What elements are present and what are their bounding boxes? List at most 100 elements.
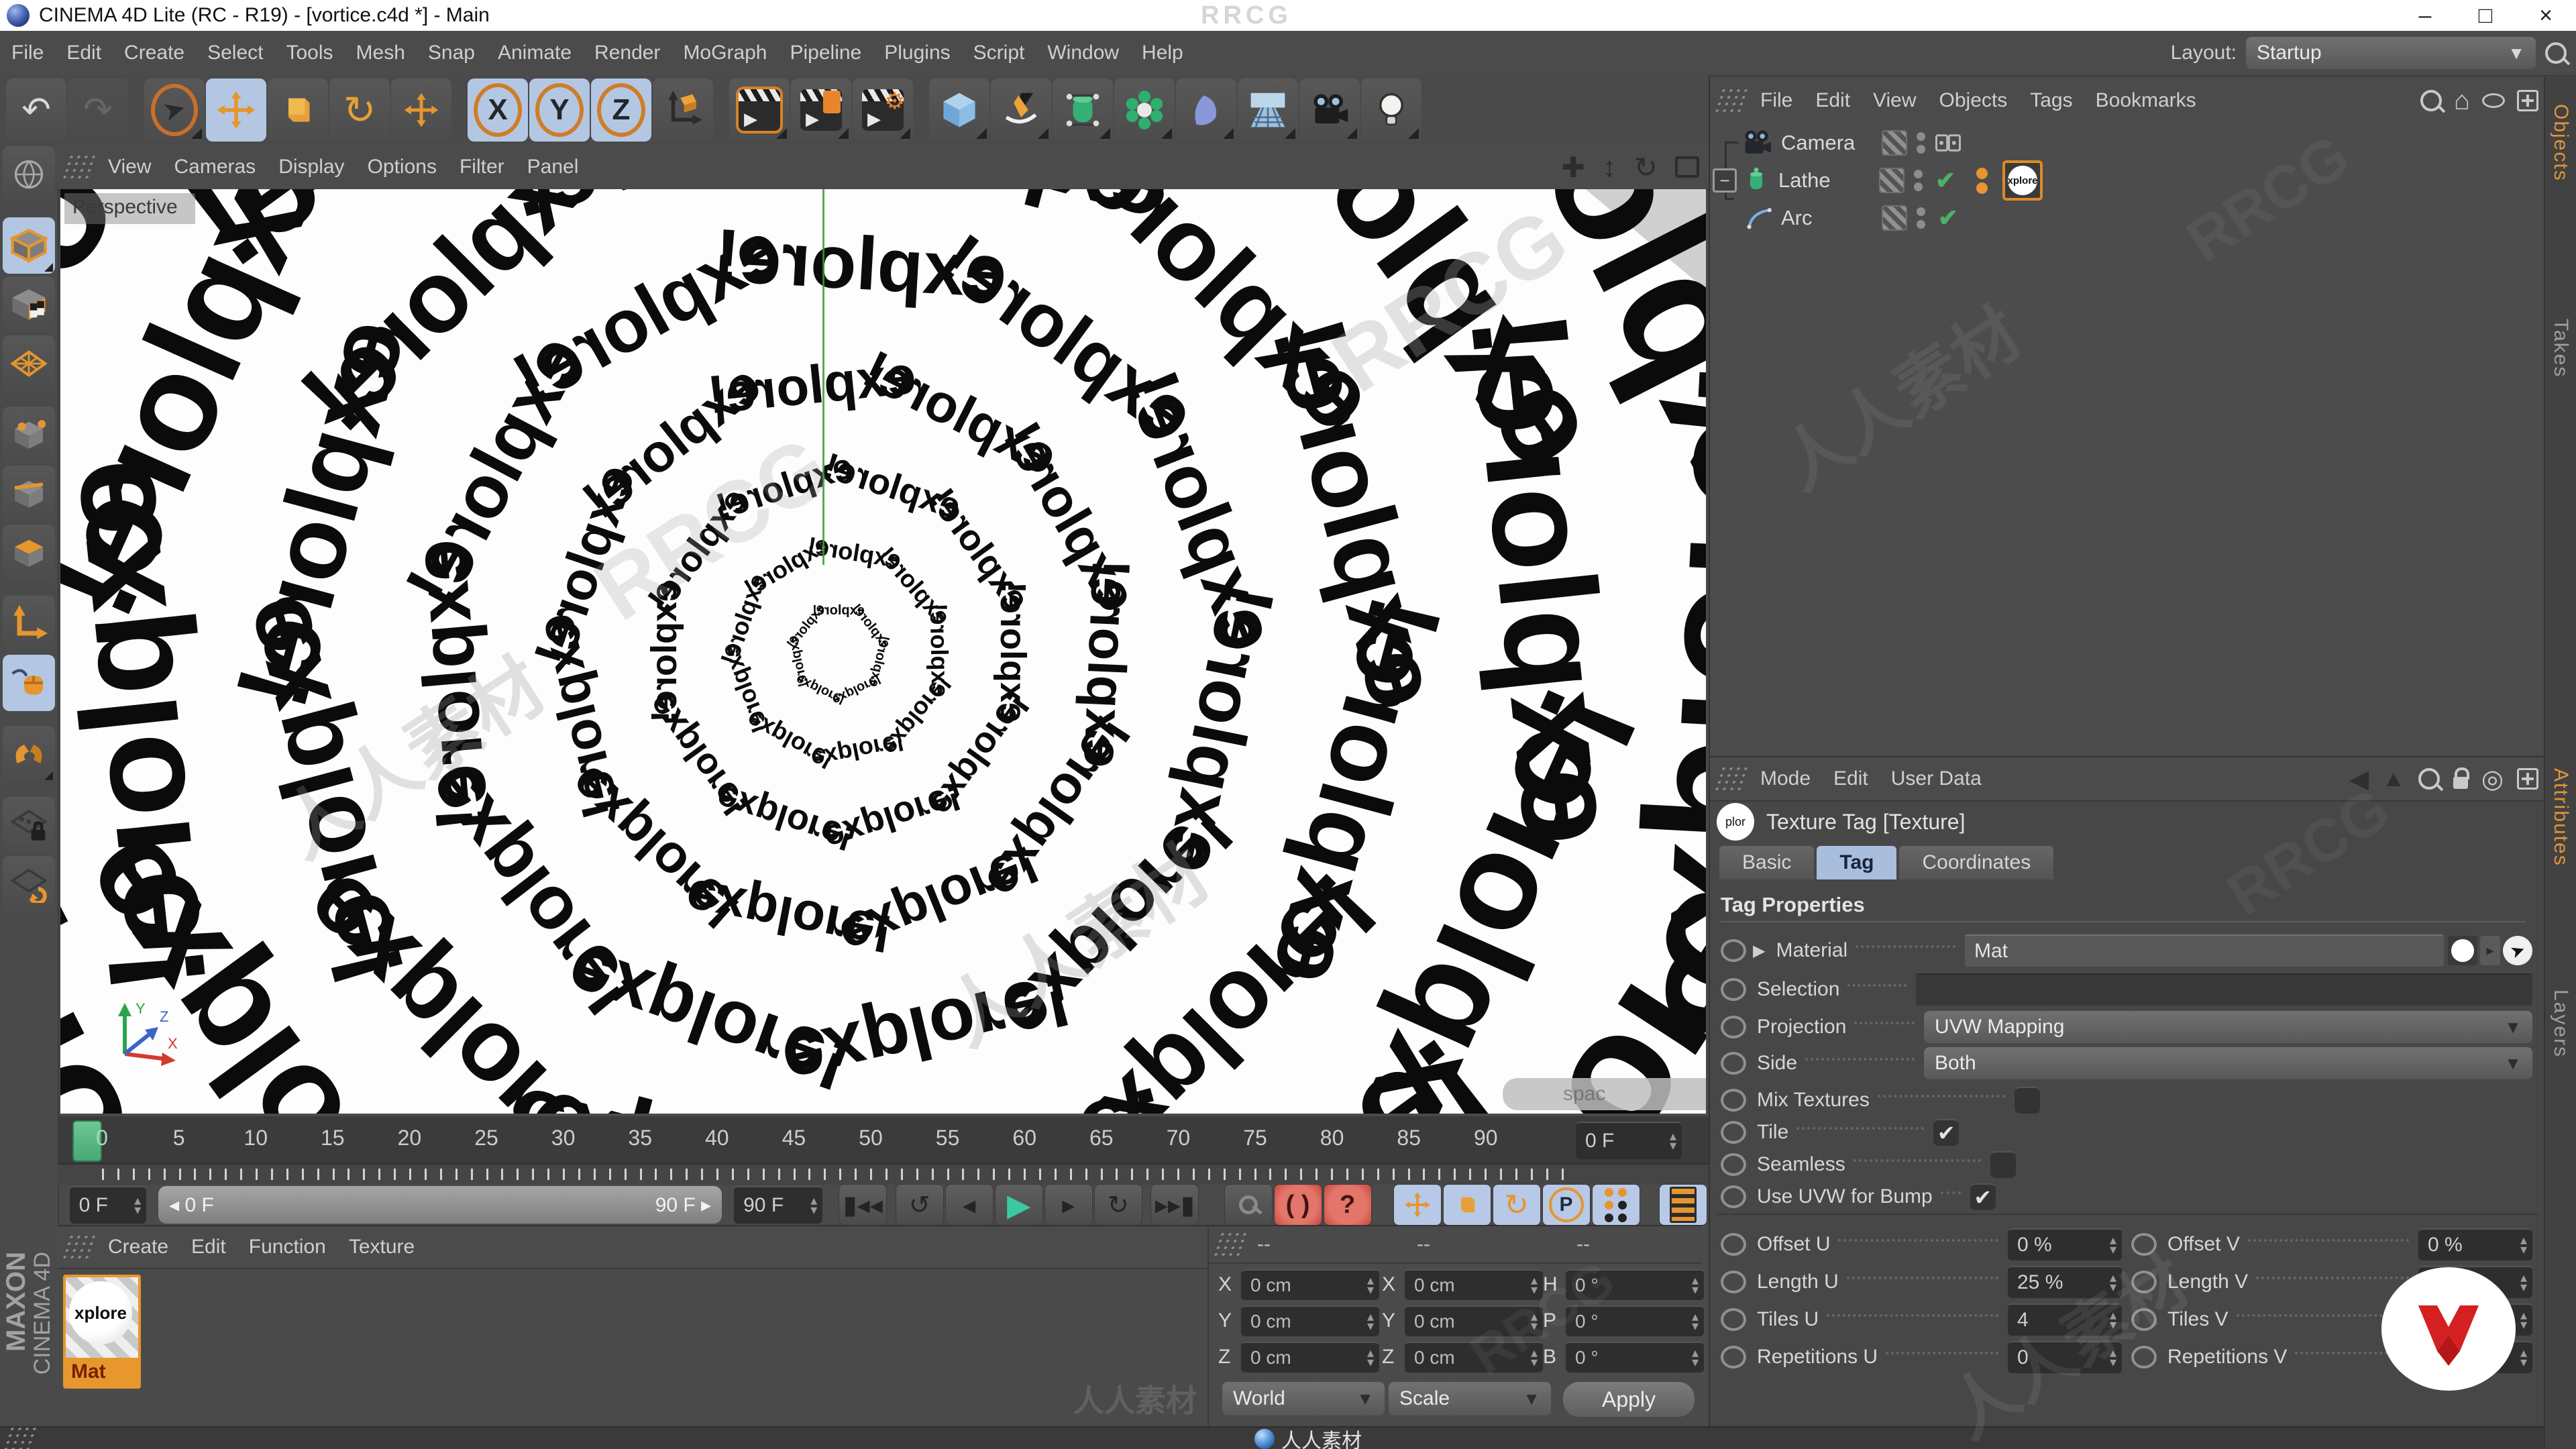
repetitions-u-spinner[interactable]: 0 ▴ ▾ <box>2008 1341 2122 1373</box>
enabled-check-icon[interactable]: ✔ <box>1935 204 1962 232</box>
menu-item-animate[interactable]: Animate <box>486 42 583 64</box>
object-row-arc[interactable]: Arc ✔ <box>1710 199 2545 237</box>
visibility-dots[interactable] <box>1914 170 1923 191</box>
keyframe-dot[interactable] <box>1721 1052 1746 1075</box>
key-position-button[interactable] <box>1393 1184 1442 1226</box>
viewport-label[interactable]: Perspective <box>64 193 195 224</box>
search-icon[interactable] <box>2418 768 2440 790</box>
layout-dropdown[interactable]: Startup ▼ <box>2246 37 2536 69</box>
keyframe-dot[interactable] <box>1721 1016 1746 1038</box>
add-cube-button[interactable] <box>929 78 989 142</box>
keyframe-dot[interactable] <box>1721 1153 1746 1176</box>
texture-tag-icon[interactable]: xplore <box>2002 160 2043 201</box>
lock-icon[interactable] <box>2453 767 2469 789</box>
rotation-field-H[interactable]: 0 ° ▴ ▾ <box>1566 1269 1704 1300</box>
scale-tool[interactable] <box>268 78 328 142</box>
panel-grip[interactable] <box>60 1234 97 1260</box>
menu-item-texture[interactable]: Texture <box>337 1236 426 1258</box>
menu-item-tools[interactable]: Tools <box>274 42 344 64</box>
menu-item-bookmarks[interactable]: Bookmarks <box>2084 89 2208 112</box>
menu-item-help[interactable]: Help <box>1130 42 1195 64</box>
object-row-camera[interactable]: Camera <box>1710 124 2545 162</box>
camera-link-icon[interactable] <box>1935 131 1962 154</box>
goto-end-button[interactable]: ▸▸▮ <box>1150 1184 1199 1226</box>
coordinate-system-button[interactable] <box>653 78 713 142</box>
menu-item-file[interactable]: File <box>1749 89 1804 112</box>
tab-coordinates[interactable]: Coordinates <box>1899 846 2054 879</box>
deformer-bend-button[interactable] <box>1176 78 1236 142</box>
keyframe-selection-button[interactable]: ? <box>1323 1184 1372 1226</box>
menu-item-render[interactable]: Render <box>583 42 672 64</box>
menu-item-script[interactable]: Script <box>962 42 1036 64</box>
expand-toggle[interactable]: − <box>1713 168 1737 193</box>
menu-item-edit[interactable]: Edit <box>1822 767 1880 790</box>
material-thumb-button[interactable] <box>2448 936 2477 965</box>
expand-arrow-icon[interactable]: ▶ <box>1753 941 1765 961</box>
autokey-button[interactable]: ( ) <box>1273 1184 1322 1226</box>
keyframe-dot[interactable] <box>1721 1271 1746 1293</box>
render-view-button[interactable] <box>729 78 790 142</box>
minimize-button[interactable]: – <box>2395 0 2455 31</box>
menu-item-plugins[interactable]: Plugins <box>873 42 961 64</box>
keyframe-dot[interactable] <box>1721 978 1746 1001</box>
material-tile[interactable]: xplore Mat <box>63 1275 141 1389</box>
camera-button[interactable] <box>1299 78 1360 142</box>
menu-item-create[interactable]: Create <box>113 42 196 64</box>
pen-spline-button[interactable] <box>991 78 1051 142</box>
object-label-arc[interactable]: Arc <box>1781 206 1882 230</box>
timeline-ruler[interactable]: 0 5 10 15 20 25 30 35 40 45 50 55 60 65 70 75 80 85 90 0 F… <box>58 1116 1709 1163</box>
path-filter-icon[interactable] <box>2482 93 2505 108</box>
side-tab-layers[interactable]: Layers <box>2549 989 2572 1058</box>
menu-item-edit[interactable]: Edit <box>180 1236 237 1258</box>
next-frame-button[interactable]: ▸ <box>1044 1184 1093 1226</box>
viewport-rotate-icon[interactable]: ↻ <box>1634 151 1658 184</box>
layer-swatch[interactable] <box>1882 205 1907 231</box>
menu-item-snap[interactable]: Snap <box>417 42 486 64</box>
rotation-field-B[interactable]: 0 ° ▴ ▾ <box>1566 1342 1704 1373</box>
side-tab-attributes[interactable]: Attributes <box>2549 768 2572 867</box>
scale-field-Y[interactable]: 0 cm ▴ ▾ <box>1405 1305 1543 1336</box>
keyframe-dot[interactable] <box>2131 1233 2157 1256</box>
keyframe-dot[interactable] <box>2131 1346 2157 1368</box>
keyframe-dot[interactable] <box>1721 1121 1746 1144</box>
menu-item-cameras[interactable]: Cameras <box>162 156 267 178</box>
material-field[interactable]: Mat <box>1965 934 2444 967</box>
add-panel-icon[interactable] <box>2517 90 2538 111</box>
object-label-lathe[interactable]: Lathe <box>1778 168 1879 193</box>
mograph-button[interactable] <box>1114 78 1175 142</box>
menu-item-objects[interactable]: Objects <box>1928 89 2019 112</box>
panel-grip[interactable] <box>1712 765 1750 792</box>
lock-x-axis-button[interactable]: X <box>468 78 528 142</box>
history-back-icon[interactable]: ◀ <box>2349 764 2369 794</box>
menu-item-mesh[interactable]: Mesh <box>345 42 417 64</box>
snap-magnet-button[interactable] <box>3 726 55 782</box>
scale-field-X[interactable]: 0 cm ▴ ▾ <box>1405 1269 1543 1300</box>
menu-item-user-data[interactable]: User Data <box>1880 767 1993 790</box>
menu-item-mograph[interactable]: MoGraph <box>672 42 778 64</box>
viewport-pan-icon[interactable]: ✚ <box>1562 151 1585 184</box>
floor-environment-button[interactable] <box>1238 78 1298 142</box>
maximize-button[interactable]: □ <box>2455 0 2516 31</box>
visibility-dots[interactable] <box>1917 132 1925 154</box>
range-start-spinner[interactable]: 0 F ▴ ▾ <box>69 1186 147 1224</box>
side-dropdown[interactable]: Both ▼ <box>1924 1047 2532 1079</box>
last-tool[interactable] <box>391 78 451 142</box>
viewport-maximize-icon[interactable] <box>1675 156 1699 178</box>
key-rotation-button[interactable]: ↻ <box>1492 1184 1541 1226</box>
offset-u-spinner[interactable]: 0 % ▴ ▾ <box>2008 1228 2122 1260</box>
keyframe-dot[interactable] <box>1721 1308 1746 1331</box>
add-panel-icon[interactable] <box>2517 768 2538 790</box>
rotation-field-P[interactable]: 0 ° ▴ ▾ <box>1566 1305 1704 1336</box>
menu-item-pipeline[interactable]: Pipeline <box>779 42 873 64</box>
timeline-range-slider[interactable]: ◂ 0 F 90 F ▸ <box>158 1186 722 1224</box>
layer-swatch[interactable] <box>1879 168 1904 193</box>
light-button[interactable] <box>1361 78 1421 142</box>
tab-tag[interactable]: Tag <box>1817 846 1897 879</box>
range-end-spinner[interactable]: 90 F ▴ ▾ <box>734 1186 823 1224</box>
play-button[interactable]: ▶ <box>994 1184 1043 1226</box>
panel-grip[interactable] <box>1 1426 38 1449</box>
keyframe-dots[interactable] <box>1976 167 1988 194</box>
selection-field[interactable] <box>1916 973 2532 1006</box>
keyframe-selection-dots-button[interactable] <box>1591 1184 1640 1226</box>
menu-item-create[interactable]: Create <box>97 1236 180 1258</box>
